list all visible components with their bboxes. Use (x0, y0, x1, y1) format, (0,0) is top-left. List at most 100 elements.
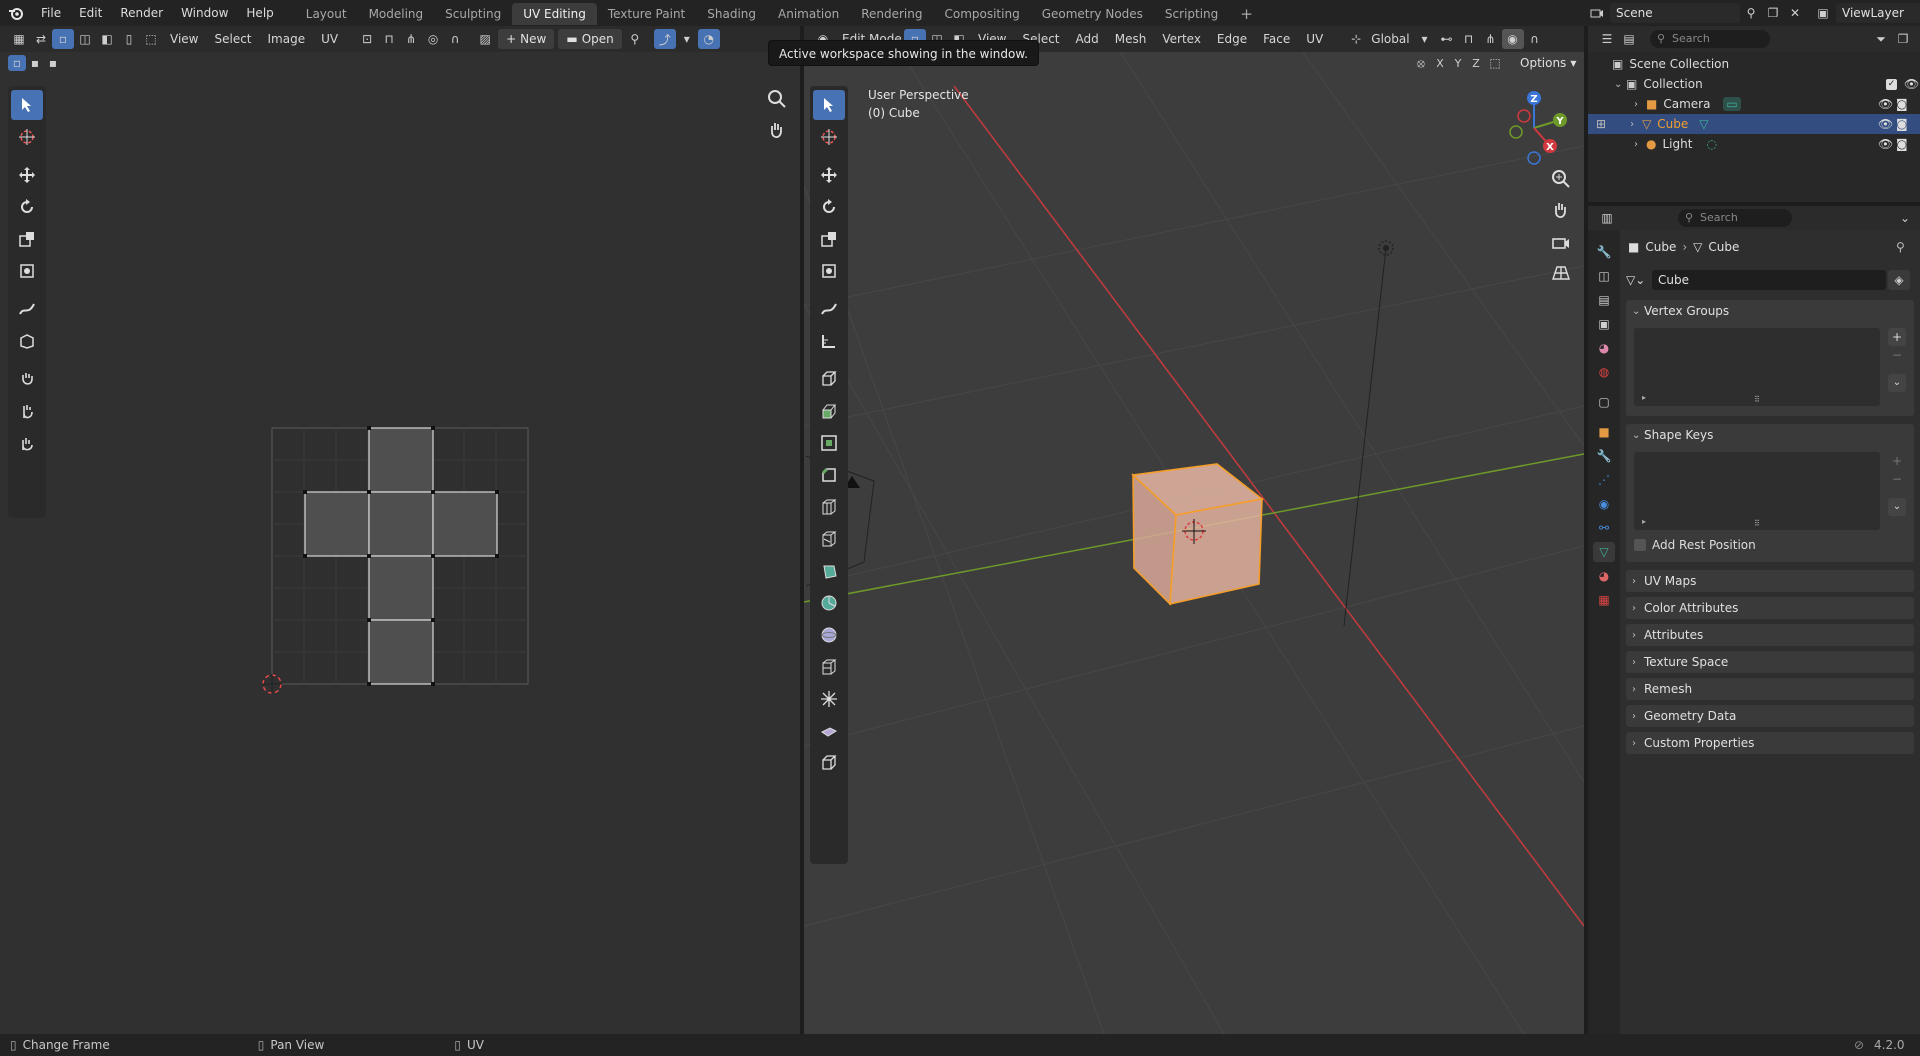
shrink-fatten-tool-icon[interactable] (813, 684, 845, 714)
navigation-gizmo[interactable]: Z Y X (1494, 88, 1574, 168)
tab-modeling[interactable]: Modeling (358, 3, 435, 25)
menu-edit[interactable]: Edit (70, 0, 111, 26)
collection-tab-icon[interactable]: ▢ (1593, 392, 1615, 412)
tab-sculpting[interactable]: Sculpting (434, 3, 512, 25)
auto-merge-icon[interactable]: ⬚ (1486, 54, 1504, 72)
tab-compositing[interactable]: Compositing (933, 3, 1030, 25)
tab-texture-paint[interactable]: Texture Paint (597, 3, 696, 25)
tab-rendering[interactable]: Rendering (850, 3, 933, 25)
close-scene-icon[interactable]: ✕ (1784, 3, 1806, 23)
light-data-icon[interactable]: ◌ (1706, 137, 1716, 151)
geometry-data-panel[interactable]: › Geometry Data (1626, 705, 1914, 727)
add-vertex-group-icon[interactable]: + (1888, 328, 1906, 346)
select-subtract-icon[interactable]: ▪ (44, 55, 62, 71)
viewport-rotate-tool-icon[interactable] (813, 192, 845, 222)
proportional-edit-icon[interactable]: ◎ (422, 29, 444, 49)
scene-tab-icon[interactable]: ◕ (1593, 338, 1615, 358)
menu-window[interactable]: Window (172, 0, 237, 26)
world-tab-icon[interactable]: ◍ (1593, 362, 1615, 382)
mesh-data-icon[interactable]: ▽ (1699, 117, 1708, 131)
snap-target-icon[interactable]: ⋔ (400, 29, 422, 49)
edge-slide-tool-icon[interactable] (813, 652, 845, 682)
rotate-tool-icon[interactable] (11, 192, 43, 222)
properties-search-input[interactable]: ⚲ Search (1678, 209, 1792, 227)
menu-render[interactable]: Render (111, 0, 172, 26)
snap-toggle-icon[interactable]: ⊓ (1458, 29, 1480, 49)
list-resize-handle-icon[interactable]: ⠿ (1754, 519, 1760, 528)
list-expand-icon[interactable]: ▸ (1642, 393, 1646, 402)
view-layer-icon[interactable]: ▣ (1812, 3, 1834, 23)
face-select-icon[interactable]: ◧ (96, 29, 118, 49)
inset-tool-icon[interactable] (813, 428, 845, 458)
uv-sync-icon[interactable]: ⇄ (30, 29, 52, 49)
island-select-icon[interactable]: ▯ (118, 29, 140, 49)
measure-tool-icon[interactable] (813, 326, 845, 356)
pivot-point-icon[interactable]: ⊷ (1436, 29, 1458, 49)
vertex-group-specials-icon[interactable]: ⌄ (1888, 374, 1906, 392)
tab-geometry-nodes[interactable]: Geometry Nodes (1031, 3, 1154, 25)
select-box-tool-icon[interactable] (11, 90, 43, 120)
camera-visibility-icon[interactable]: 👁 (1878, 97, 1893, 111)
viewport-menu-uv[interactable]: UV (1298, 29, 1331, 49)
annotate-tool-icon[interactable] (11, 294, 43, 324)
add-rest-position-checkbox[interactable] (1634, 539, 1646, 551)
scene-selector[interactable]: Scene (1610, 3, 1740, 23)
physics-tab-icon[interactable]: ◉ (1593, 494, 1615, 514)
uv-zoom-icon[interactable] (766, 88, 788, 113)
image-browse-icon[interactable]: ▨ (474, 29, 496, 49)
tab-scripting[interactable]: Scripting (1154, 3, 1229, 25)
mirror-y-button[interactable]: Y (1450, 54, 1466, 72)
rip-tool-icon[interactable] (11, 326, 43, 356)
viewport-menu-face[interactable]: Face (1255, 29, 1298, 49)
color-attributes-panel[interactable]: › Color Attributes (1626, 597, 1914, 619)
new-collection-icon[interactable]: ❐ (1892, 29, 1914, 49)
outliner-item-light[interactable]: › ● Light ◌ 👁 ◙ (1588, 134, 1920, 154)
gizmo-dropdown-icon[interactable]: ▾ (676, 29, 698, 49)
viewport-annotate-tool-icon[interactable] (813, 294, 845, 324)
data-tab-icon[interactable]: ▽ (1593, 542, 1615, 562)
edge-select-icon[interactable]: ◫ (74, 29, 96, 49)
expand-chevron-icon[interactable]: › (1634, 139, 1646, 150)
outliner-scene-collection[interactable]: ▣ Scene Collection (1612, 54, 1729, 74)
proportional-toggle-icon[interactable]: ◉ (1501, 29, 1524, 49)
shape-keys-list[interactable]: ▸ ⠿ (1634, 452, 1880, 530)
cursor-tool-icon[interactable] (11, 122, 43, 152)
snap-icon[interactable]: ⊓ (378, 29, 400, 49)
uv-maps-panel[interactable]: › UV Maps (1626, 570, 1914, 592)
menu-file[interactable]: File (32, 0, 70, 26)
relax-tool-icon[interactable] (11, 396, 43, 426)
camera-view-icon[interactable] (1550, 232, 1572, 257)
blender-logo-icon[interactable] (0, 0, 32, 26)
sticky-select-icon[interactable]: ⬚ (140, 29, 162, 49)
pin-scene-icon[interactable]: ⚲ (1740, 3, 1762, 23)
viewport-transform-tool-icon[interactable] (813, 256, 845, 286)
remove-vertex-group-icon[interactable]: − (1888, 346, 1906, 364)
move-tool-icon[interactable] (11, 160, 43, 190)
view-layer-tab-icon[interactable]: ▣ (1593, 314, 1615, 334)
camera-data-icon[interactable]: ▭ (1723, 97, 1741, 111)
fake-user-icon[interactable]: ◈ (1888, 270, 1910, 290)
outliner-search-input[interactable]: ⚲ Search (1650, 30, 1770, 48)
viewport-menu-add[interactable]: Add (1068, 29, 1107, 49)
viewport-pan-icon[interactable] (1550, 200, 1572, 225)
viewport-menu-mesh[interactable]: Mesh (1107, 29, 1155, 49)
overlay-toggle-icon[interactable]: ◔ (697, 29, 720, 49)
menu-help[interactable]: Help (237, 0, 282, 26)
collection-visibility-icon[interactable]: 👁 (1904, 77, 1919, 91)
mirror-z-button[interactable]: Z (1468, 54, 1484, 72)
viewport-menu-edge[interactable]: Edge (1209, 29, 1255, 49)
viewport-menu-vertex[interactable]: Vertex (1154, 29, 1209, 49)
outliner-collection[interactable]: ⌄ ▣ Collection ✓ 👁 (1614, 74, 1919, 94)
tab-animation[interactable]: Animation (767, 3, 850, 25)
bevel-tool-icon[interactable] (813, 460, 845, 490)
scene-icon[interactable] (1586, 3, 1608, 23)
select-extend-icon[interactable]: ▪ (26, 55, 44, 71)
editor-type-icon[interactable]: ▦ (8, 29, 30, 49)
remove-shape-key-icon[interactable]: − (1888, 470, 1906, 488)
options-dropdown[interactable]: Options ▾ (1512, 54, 1585, 72)
select-new-icon[interactable]: ▫ (8, 55, 26, 71)
pinch-tool-icon[interactable] (11, 428, 43, 458)
tab-shading[interactable]: Shading (696, 3, 767, 25)
add-cube-tool-icon[interactable] (813, 364, 845, 394)
extrude-tool-icon[interactable] (813, 396, 845, 426)
